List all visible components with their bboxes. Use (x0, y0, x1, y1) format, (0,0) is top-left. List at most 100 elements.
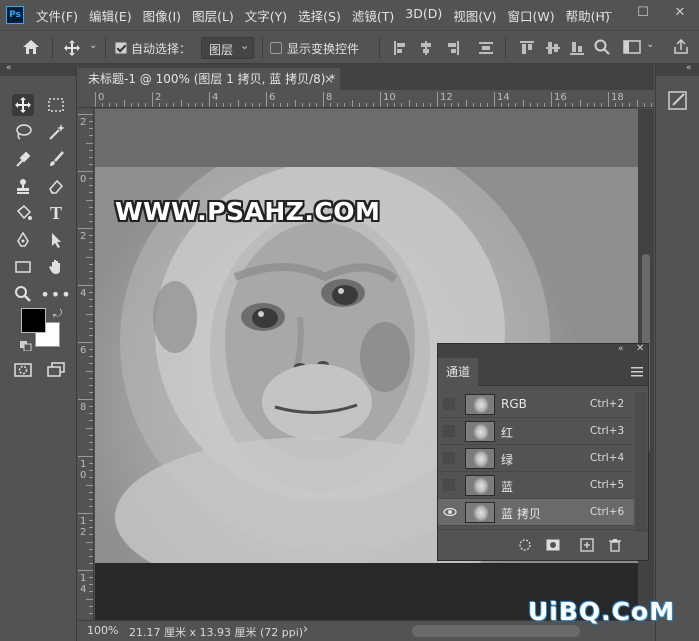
delete-channel-icon[interactable] (608, 538, 622, 552)
ruler-tick (89, 121, 93, 123)
menu-item-5[interactable]: 选择(S) (298, 6, 341, 25)
channel-row[interactable]: 红 Ctrl+3 (438, 418, 634, 445)
menu-item-6[interactable]: 滤镜(T) (352, 6, 394, 25)
align-vertical-centers-icon[interactable] (545, 40, 561, 59)
auto-select-target-value: 图层 (209, 43, 234, 57)
ruler-tick (380, 92, 381, 107)
new-channel-icon[interactable] (580, 538, 594, 552)
lasso-icon[interactable] (12, 121, 34, 143)
default-colors-icon[interactable] (20, 340, 32, 354)
ruler-tick (137, 103, 139, 107)
visibility-toggle[interactable] (443, 479, 455, 491)
panel-menu-icon[interactable] (631, 366, 643, 380)
collapse-panel-icon[interactable]: « (686, 63, 692, 73)
channel-thumbnail (465, 421, 495, 442)
pen-tool-icon[interactable] (12, 229, 34, 251)
horizontal-scrollbar-thumb[interactable] (412, 625, 580, 637)
ruler-tick (486, 103, 488, 107)
save-selection-icon[interactable] (546, 538, 560, 552)
properties-panel-icon[interactable] (667, 89, 689, 114)
align-right-edges-icon[interactable] (446, 40, 460, 59)
foreground-color-swatch[interactable] (21, 308, 46, 333)
channel-row[interactable]: 蓝 拷贝 Ctrl+6 (438, 499, 634, 526)
channels-scrollbar[interactable] (635, 392, 647, 532)
channel-row[interactable]: 蓝 Ctrl+5 (438, 472, 634, 499)
type-tool-icon[interactable]: T (45, 202, 67, 224)
search-icon[interactable] (594, 39, 610, 58)
load-selection-icon[interactable] (518, 538, 532, 552)
home-icon[interactable] (20, 38, 42, 59)
ruler-tick (536, 103, 538, 107)
ruler-tick (109, 103, 111, 107)
visibility-toggle[interactable] (443, 452, 455, 464)
brush-icon[interactable] (45, 148, 67, 170)
maximize-button[interactable]: ☐ (625, 0, 661, 24)
close-panel-icon[interactable]: ✕ (636, 343, 644, 354)
pasteboard (95, 109, 638, 167)
menu-item-8[interactable]: 视图(V) (453, 6, 496, 25)
minimize-button[interactable]: — (588, 0, 624, 24)
photoshop-logo: Ps (6, 6, 24, 24)
workspace-icon[interactable] (623, 40, 641, 57)
ruler-label: 12 (440, 92, 453, 103)
move-tool-icon[interactable] (12, 94, 34, 116)
move-tool-preset-icon[interactable] (63, 39, 81, 60)
menu-item-0[interactable]: 文件(F) (36, 6, 78, 25)
auto-select-target-dropdown[interactable]: 图层 ⌄ (201, 37, 254, 59)
menu-item-4[interactable]: 文字(Y) (245, 6, 287, 25)
chevron-down-icon[interactable]: ⌄ (646, 39, 654, 50)
menu-item-1[interactable]: 编辑(E) (89, 6, 132, 25)
ruler-tick (89, 505, 93, 507)
rectangle-tool-icon[interactable] (12, 256, 34, 278)
menu-item-3[interactable]: 图层(L) (192, 6, 234, 25)
collapse-panel-icon[interactable]: « (6, 63, 12, 73)
align-top-edges-icon[interactable] (519, 40, 535, 59)
menu-item-2[interactable]: 图像(I) (143, 6, 181, 25)
channel-row[interactable]: RGB Ctrl+2 (438, 391, 634, 418)
ruler-tick (78, 228, 93, 229)
hand-tool-icon[interactable] (45, 256, 67, 278)
eraser-icon[interactable] (45, 175, 67, 197)
collapse-panel-icon[interactable]: « (618, 344, 624, 354)
ruler-tick (89, 334, 93, 336)
chevron-down-icon[interactable]: ⌄ (89, 40, 97, 51)
align-bottom-edges-icon[interactable] (569, 40, 585, 59)
visibility-toggle[interactable] (443, 425, 455, 437)
zoom-tool-icon[interactable] (12, 283, 34, 305)
visibility-toggle[interactable] (443, 398, 455, 410)
eye-icon[interactable] (443, 506, 457, 518)
ruler-label: 14 (497, 92, 510, 103)
chevron-down-icon: ⌄ (240, 39, 250, 52)
auto-select-checkbox[interactable] (115, 42, 127, 54)
ruler-label: 2 (155, 92, 162, 103)
menu-item-9[interactable]: 窗口(W) (508, 6, 555, 25)
screen-mode-icon[interactable] (45, 359, 67, 381)
eyedropper-icon[interactable] (12, 148, 34, 170)
ruler-tick (522, 100, 524, 107)
status-menu-arrow-icon[interactable]: › (303, 622, 308, 637)
document-tab-title: 未标题-1 @ 100% (图层 1 拷贝, 蓝 拷贝/8) * (88, 72, 336, 86)
share-icon[interactable] (672, 38, 690, 58)
ruler-tick (372, 103, 374, 107)
menu-item-7[interactable]: 3D(D) (405, 6, 442, 25)
align-horizontal-centers-icon[interactable] (419, 40, 433, 59)
distribute-vertical-icon[interactable] (478, 40, 494, 59)
close-tab-icon[interactable]: × (324, 68, 334, 90)
document-tab[interactable]: 未标题-1 @ 100% (图层 1 拷贝, 蓝 拷贝/8) * × (78, 68, 340, 90)
rectangular-marquee-icon[interactable] (45, 94, 67, 116)
swap-colors-icon[interactable]: ⤾ (53, 307, 62, 321)
clone-stamp-icon[interactable] (12, 175, 34, 197)
paint-bucket-icon[interactable] (12, 202, 34, 224)
ruler-tick (194, 103, 196, 107)
channel-row[interactable]: 绿 Ctrl+4 (438, 445, 634, 472)
close-button[interactable]: ✕ (662, 0, 698, 24)
show-transform-checkbox[interactable] (270, 42, 282, 54)
quick-mask-icon[interactable] (12, 359, 34, 381)
zoom-level[interactable]: 100% (87, 624, 118, 637)
more-tools-icon[interactable]: ••• (40, 283, 70, 305)
path-selection-icon[interactable] (45, 229, 67, 251)
align-left-edges-icon[interactable] (393, 40, 407, 59)
tab-channels[interactable]: 通道 (438, 358, 478, 386)
channel-thumbnail (465, 475, 495, 496)
magic-wand-icon[interactable] (45, 121, 67, 143)
